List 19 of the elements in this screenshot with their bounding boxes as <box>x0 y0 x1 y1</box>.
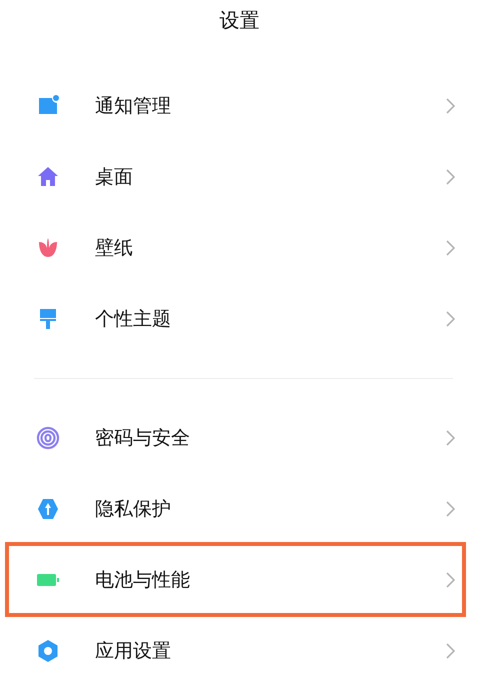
settings-item[interactable]: 通知管理 <box>95 92 445 118</box>
chevron-right-icon <box>445 310 455 326</box>
settings-item[interactable]: 桌面 <box>95 164 445 190</box>
chevron-right-icon <box>445 168 455 184</box>
chevron-right-icon <box>445 572 455 588</box>
chevron-right-icon <box>445 500 455 516</box>
gear-icon <box>36 638 60 662</box>
home-icon <box>36 164 60 188</box>
settings-item[interactable]: 密码与安全 <box>95 424 445 450</box>
settings-item[interactable]: 电池与性能 <box>95 566 445 592</box>
chevron-right-icon <box>445 430 455 446</box>
page-title: 设置 <box>220 7 260 34</box>
chevron-right-icon <box>445 98 455 114</box>
settings-item[interactable]: 应用设置 <box>95 638 445 664</box>
chevron-right-icon <box>445 240 455 256</box>
chevron-right-icon <box>445 642 455 658</box>
settings-item[interactable]: 壁纸 <box>95 234 445 260</box>
settings-item[interactable]: 个性主题 <box>95 306 445 332</box>
settings-item[interactable]: 隐私保护 <box>95 496 445 522</box>
